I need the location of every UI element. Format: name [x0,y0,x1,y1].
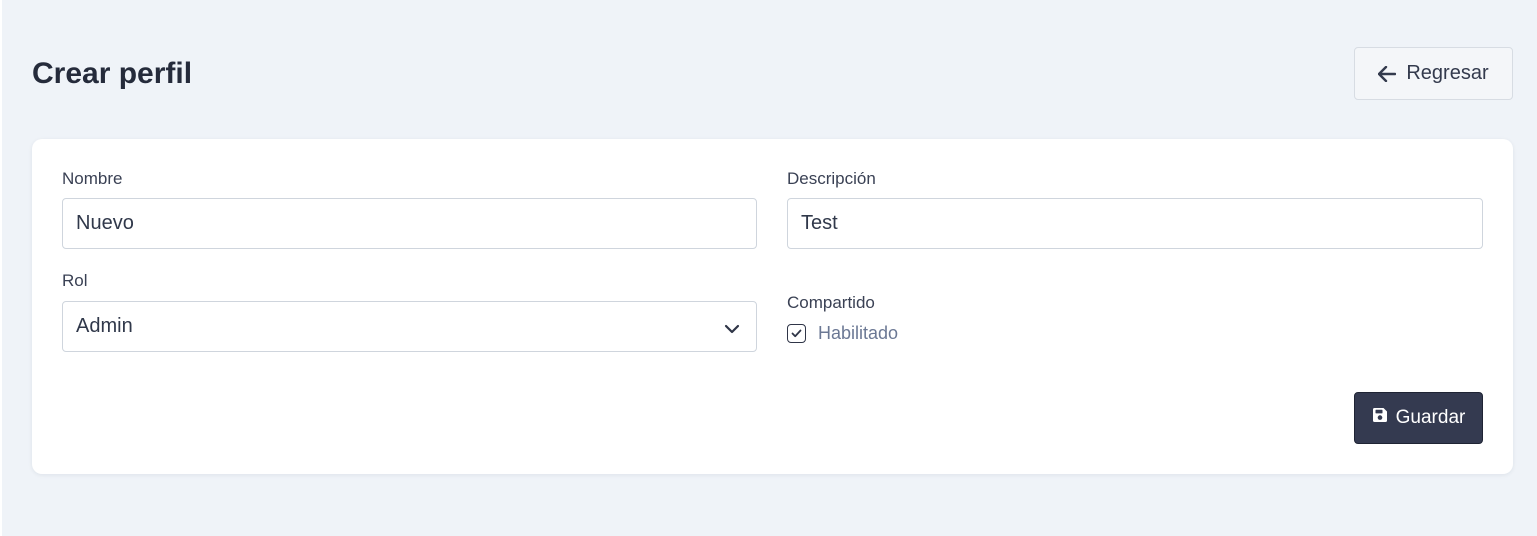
page: Crear perfil Regresar Nombre Descripción… [0,0,1537,536]
shared-checkbox[interactable] [787,324,806,343]
shared-checkbox-label: Habilitado [818,323,899,343]
name-label: Nombre [62,169,123,188]
shared-checkbox-row[interactable]: Habilitado [787,323,898,344]
shared-label: Compartido [787,293,875,312]
name-input[interactable] [62,198,757,249]
profile-form-card: Nombre Descripción Rol Admin Compartido … [32,139,1513,474]
back-button[interactable]: Regresar [1354,47,1513,100]
description-input[interactable] [787,198,1483,249]
save-button[interactable]: Guardar [1354,392,1483,444]
floppy-disk-icon [1372,407,1388,429]
back-button-label: Regresar [1406,62,1489,84]
page-title: Crear perfil [32,57,193,90]
left-edge-strip [0,0,2,536]
description-label: Descripción [787,169,876,188]
role-label: Rol [62,271,88,290]
role-select-value: Admin [76,315,133,337]
arrow-left-icon [1378,65,1397,82]
chevron-down-icon [724,319,740,342]
save-button-label: Guardar [1395,407,1466,428]
role-select[interactable]: Admin [62,301,757,352]
check-icon [791,329,802,338]
